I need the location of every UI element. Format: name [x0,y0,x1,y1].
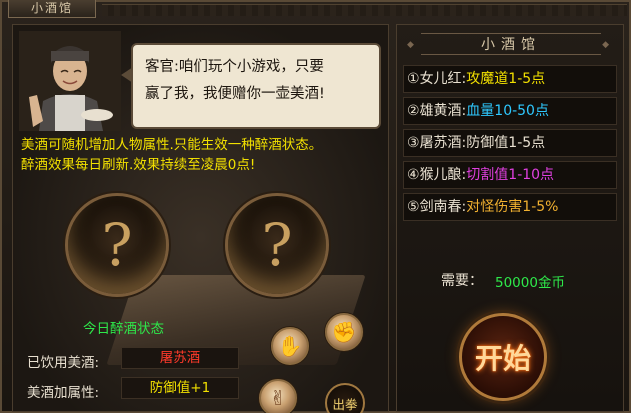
game-panel: 客官:咱们玩个小游戏，只要 赢了我，我便赠你一壶美酒! 美酒可随机增加人物属性.… [12,24,389,413]
wine-effect: 对怪伤害1-5% [466,199,559,215]
wine-attribute-label: 美酒加属性: [27,385,100,401]
innkeeper-portrait [19,31,121,131]
wine-panel-title: 小酒馆 [407,33,615,56]
today-drunk-status-label: 今日醉酒状态 [83,321,164,337]
drunk-wine-label: 已饮用美酒: [27,355,100,371]
wine-row-4: ④猴儿酿:切割值1-10点 [403,161,617,189]
wine-row-1: ①女儿红:攻魔道1-5点 [403,65,617,93]
title-bar-decoration [102,4,627,16]
info-text-1: 美酒可随机增加人物属性.只能生效一种醉酒状态。 [21,137,323,153]
info-text-2: 醉酒效果每日刷新.效果持续至凌晨0点! [21,157,256,173]
window-title: 小酒馆 [8,0,96,18]
cost-label: 需要： [441,273,483,289]
wine-name: 女儿红: [419,71,467,87]
wine-info-panel: 小酒馆 ①女儿红:攻魔道1-5点 ②雄黄酒:血量10-50点 ③屠苏酒:防御值1… [396,24,624,412]
opponent-hand-slot: ? [225,193,329,297]
wine-row-2: ②雄黄酒:血量10-50点 [403,97,617,125]
drunk-wine-value: 屠苏酒 [121,347,239,369]
wine-effect: 攻魔道1-5点 [466,71,546,87]
two-finger-hand-icon: ✌ [269,386,287,410]
wine-index: ④ [407,167,420,183]
scissors-button[interactable]: ✌ [259,379,297,413]
wine-index: ② [407,103,420,119]
wine-name: 雄黄酒: [419,103,467,119]
wine-effect: 切割值1-10点 [466,167,555,183]
palm-hand-icon: ✋ [277,334,303,358]
start-button[interactable]: 开始 [459,313,547,401]
wine-attribute-value: 防御值+1 [121,377,239,399]
wine-name: 剑南春: [419,199,467,215]
wine-index: ③ [407,135,420,151]
fist-hand-icon: ✊ [331,320,357,344]
wine-index: ① [407,71,420,87]
player-hand-slot: ? [65,193,169,297]
wine-effect: 防御值1-5点 [466,135,546,151]
innkeeper-speech-bubble: 客官:咱们玩个小游戏，只要 赢了我，我便赠你一壶美酒! [121,43,381,129]
speech-line-2: 赢了我，我便赠你一壶美酒! [145,86,325,102]
cost-value: 50000金币 [495,275,565,291]
speech-line-1: 客官:咱们玩个小游戏，只要 [145,59,324,75]
play-hand-button[interactable]: 出拳 [325,383,365,413]
tavern-window: 小酒馆 客官:咱们玩个小游戏，只要 赢了我，我便赠你一壶美酒! 美酒可随机增加人… [0,0,631,413]
paper-button[interactable]: ✋ [271,327,309,365]
rock-button[interactable]: ✊ [325,313,363,351]
wine-effect: 血量10-50点 [466,103,549,119]
wine-name: 猴儿酿: [419,167,467,183]
wine-name: 屠苏酒: [419,135,467,151]
wine-row-5: ⑤剑南春:对怪伤害1-5% [403,193,617,221]
wine-index: ⑤ [407,199,420,215]
wine-row-3: ③屠苏酒:防御值1-5点 [403,129,617,157]
